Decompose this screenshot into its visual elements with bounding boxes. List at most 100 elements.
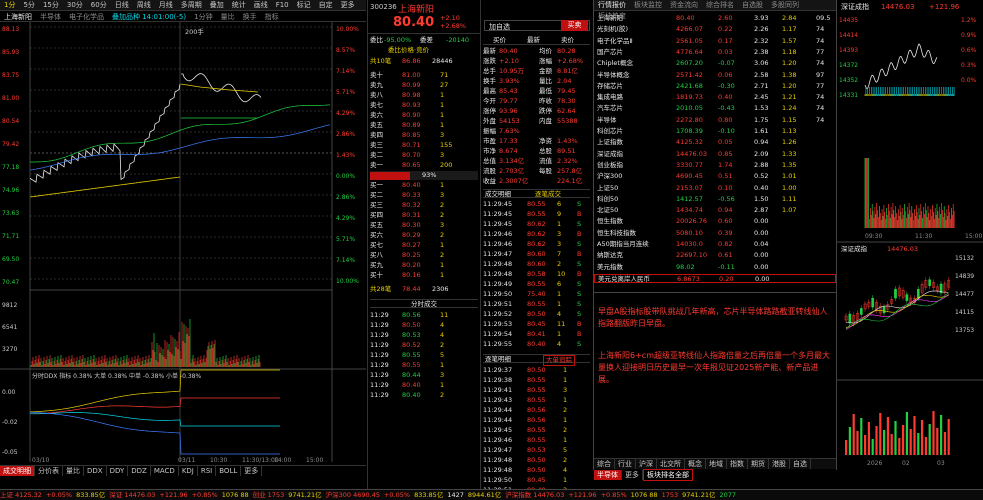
sector-tab[interactable]: 半导体: [594, 470, 622, 480]
sector-tab[interactable]: 地域: [706, 459, 727, 469]
market-row[interactable]: 科创芯片 1708.39 -0.10 1.61 1.13: [594, 127, 836, 136]
period-tab[interactable]: 周线: [133, 0, 155, 11]
market-tab[interactable]: 自选股: [738, 0, 767, 11]
ask-row[interactable]: 卖四 80.85 3: [370, 131, 478, 140]
sector-tab[interactable]: 指数: [727, 459, 748, 469]
market-tab[interactable]: 多股同列: [767, 0, 803, 11]
lower-tick-header[interactable]: 逐笔明细 大单追踪: [483, 354, 590, 366]
bid-row[interactable]: 买八 80.25 2: [370, 251, 478, 260]
period-tab[interactable]: 日线: [111, 0, 133, 11]
market-row[interactable]: 沪深300 4690.45 0.51 0.52 1.01: [594, 172, 836, 181]
tick-row: 11:29:45 80.55 6 S: [483, 200, 582, 208]
market-row[interactable]: 汽车芯片 2010.05 -0.43 1.53 1.24 74: [594, 104, 836, 113]
indicator-tab[interactable]: KDJ: [179, 466, 198, 476]
detail-header[interactable]: 分时成交: [370, 299, 478, 308]
period-tab[interactable]: 标记: [293, 0, 315, 11]
market-row[interactable]: 集成电路 1819.73 0.40 2.45 1.21 74: [594, 93, 836, 102]
market-row[interactable]: 纳斯达克 22697.10 0.61 0.00: [594, 251, 836, 260]
sector-tab[interactable]: 港股: [769, 459, 790, 469]
ask-row[interactable]: 卖五 80.89 1: [370, 121, 478, 130]
period-tab[interactable]: F10: [272, 0, 293, 11]
market-row[interactable]: 上证50 2153.07 0.10 0.40 1.00: [594, 184, 836, 193]
intraday-chart-svg[interactable]: 88.13 85.93 83.75 81.00 80.54 79.42 77.18 74.96…: [0, 22, 366, 480]
market-row[interactable]: 美元指数 98.02 -0.11 0.00: [594, 263, 836, 272]
period-tab[interactable]: 叠加: [206, 0, 228, 11]
period-tab[interactable]: 统计: [228, 0, 250, 11]
market-row[interactable]: 深证成指 14476.03 0.85 2.09 1.33: [594, 150, 836, 159]
indicator-tab[interactable]: 分价表: [35, 466, 63, 476]
market-tab[interactable]: 板块监控: [630, 0, 666, 11]
indicator-tab[interactable]: MACD: [151, 466, 179, 476]
kline-volume-bar: [867, 422, 870, 455]
bid-row[interactable]: 买七 80.27 1: [370, 241, 478, 250]
market-row[interactable]: A50期指当月连续 14030.0 0.82 0.04: [594, 240, 836, 249]
period-tab[interactable]: 15分: [39, 0, 63, 11]
bid-row[interactable]: 买三 80.32 2: [370, 201, 478, 210]
period-tab[interactable]: 自定: [315, 0, 337, 11]
sector-tab[interactable]: 沪深: [636, 459, 657, 469]
indicator-tab[interactable]: 成交明细: [0, 466, 35, 476]
indicator-tab[interactable]: RSI: [198, 466, 217, 476]
index-chart-svg[interactable]: 深证成指 14476.03 +121.96 14435 14414 14393 14372 1…: [837, 0, 983, 470]
market-row[interactable]: 科创50 1412.57 -0.56 1.50 1.11: [594, 195, 836, 204]
market-tab[interactable]: 资金流向: [666, 0, 702, 11]
ask-row[interactable]: 卖三 80.71 155: [370, 141, 478, 150]
indicator-tab[interactable]: DDZ: [128, 466, 151, 476]
market-tab[interactable]: 行情报价: [594, 0, 630, 11]
market-tab[interactable]: 综合排名: [702, 0, 738, 11]
indicator-tab[interactable]: 更多: [241, 466, 263, 476]
trade-button[interactable]: 买卖: [561, 20, 588, 31]
sector-rank-button[interactable]: 板块排名全部: [643, 469, 693, 481]
market-row[interactable]: 恒生科技指数 5080.10 0.39 0.00: [594, 229, 836, 238]
sector-tab[interactable]: 更多: [622, 470, 643, 480]
period-tab[interactable]: 5分: [19, 0, 38, 11]
period-tab[interactable]: 画线: [250, 0, 272, 11]
bid-row[interactable]: 买十 80.16 1: [370, 271, 478, 280]
market-row[interactable]: 电子化学品Ⅱ 2561.05 0.17 2.32 1.57 74: [594, 37, 836, 46]
market-row[interactable]: 创业板指 3330.77 1.74 2.88 1.35: [594, 161, 836, 170]
market-row[interactable]: 上证指数 4125.32 0.05 0.94 1.26: [594, 138, 836, 147]
market-row[interactable]: 美元兑离岸人民币 6.8673 0.20 0.00: [594, 273, 836, 284]
sector-tab[interactable]: 概念: [685, 459, 706, 469]
ask-row[interactable]: 卖一 80.65 200: [370, 161, 478, 170]
bid-row[interactable]: 买六 80.29 2: [370, 231, 478, 240]
ask-row[interactable]: 卖七 80.93 1: [370, 101, 478, 110]
indicator-tab[interactable]: BOLL: [216, 466, 242, 476]
sector-tab[interactable]: 期货: [748, 459, 769, 469]
bid-row[interactable]: 买二 80.33 3: [370, 191, 478, 200]
market-row[interactable]: 北证50 1434.74 0.94 2.87 1.07: [594, 206, 836, 215]
period-tab[interactable]: 月线: [155, 0, 177, 11]
bid-row[interactable]: 买四 80.31 2: [370, 211, 478, 220]
period-tab[interactable]: 多周期: [177, 0, 206, 11]
indicator-tab[interactable]: 量比: [63, 466, 84, 476]
lower-tick-row: 11:29:44 80.56 2: [483, 406, 568, 414]
market-row[interactable]: 上海新阳 80.40 2.60 3.93 2.84 09.5: [594, 14, 836, 23]
indicator-tab[interactable]: DDX: [84, 466, 107, 476]
market-row[interactable]: 光刻机(胶) 4266.07 0.22 2.26 1.17 74: [594, 25, 836, 34]
market-row[interactable]: 存储芯片 2421.68 -0.30 2.71 1.20 77: [594, 82, 836, 91]
indicator-tab[interactable]: DDY: [107, 466, 129, 476]
period-tab[interactable]: 1分: [0, 0, 19, 11]
bid-row[interactable]: 买九 80.20 1: [370, 261, 478, 270]
period-tab[interactable]: 60分: [87, 0, 111, 11]
ask-row[interactable]: 卖十 81.00 71: [370, 71, 478, 80]
index-price: 14476.03: [881, 3, 914, 11]
sector-tab[interactable]: 行业: [615, 459, 636, 469]
sector-tab[interactable]: 综合: [594, 459, 615, 469]
ask-row[interactable]: 卖二 80.70 3: [370, 151, 478, 160]
period-tab[interactable]: 更多: [337, 0, 359, 11]
ask-row[interactable]: 卖八 80.98 1: [370, 91, 478, 100]
market-row[interactable]: 半导体 2272.80 0.80 1.75 1.15 74: [594, 116, 836, 125]
ask-row[interactable]: 卖六 80.90 1: [370, 111, 478, 120]
sector-tab[interactable]: 北交所: [657, 459, 685, 469]
market-row[interactable]: 半导体概念 2571.42 0.06 2.58 1.38 97: [594, 71, 836, 80]
market-row[interactable]: 恒生指数 20026.76 0.60 0.00: [594, 217, 836, 226]
period-tab[interactable]: 30分: [63, 0, 87, 11]
bid-row[interactable]: 买五 80.30 3: [370, 221, 478, 230]
market-row[interactable]: Chiplet概念 2607.20 -0.07 3.06 1.20 74: [594, 59, 836, 68]
ask-row[interactable]: 卖九 80.99 27: [370, 81, 478, 90]
sector-tab[interactable]: 自选: [790, 459, 811, 469]
bid-row[interactable]: 买一 80.40 1: [370, 181, 478, 190]
tick-header[interactable]: 成交明细 逐笔成交: [483, 189, 590, 198]
market-row[interactable]: 国产芯片 4776.64 0.03 2.38 1.18 77: [594, 48, 836, 57]
